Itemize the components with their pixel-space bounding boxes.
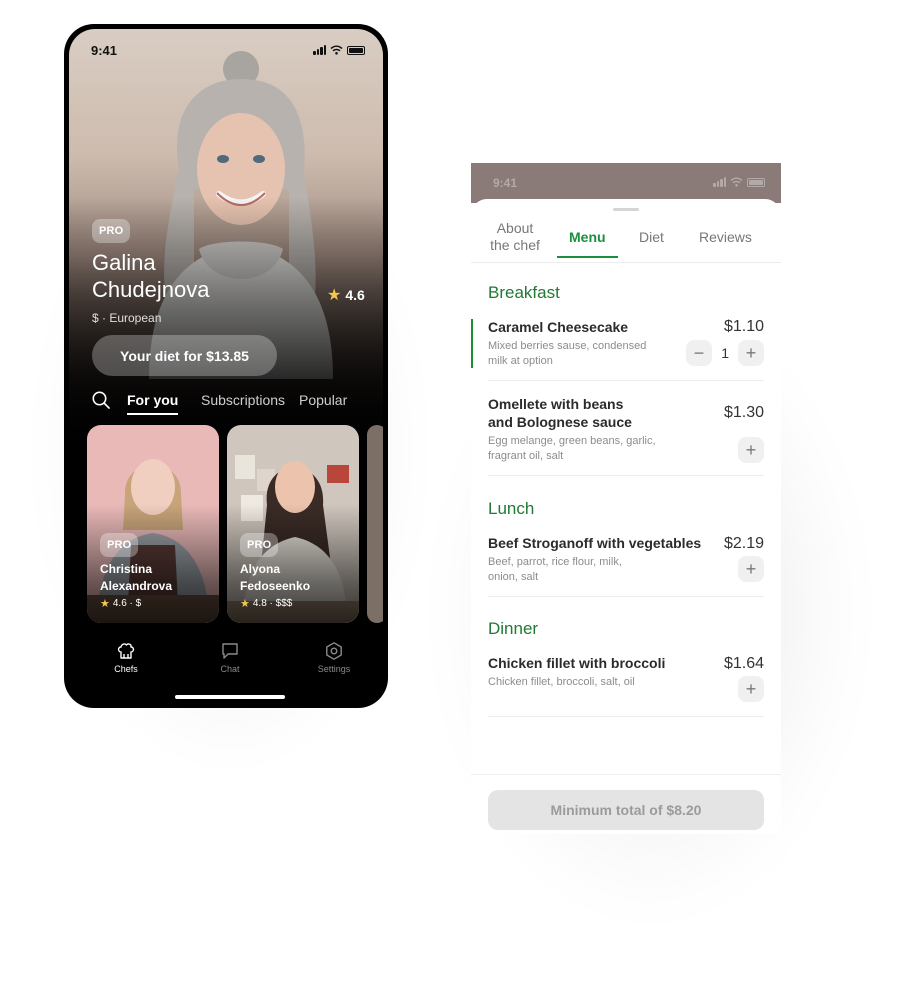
status-bar: 9:41 bbox=[471, 163, 781, 203]
tab-menu[interactable]: Menu bbox=[557, 229, 617, 258]
chef-card-meta: ★ 4.8 · $$$ bbox=[240, 597, 292, 610]
dish-price: $2.19 bbox=[723, 535, 764, 552]
divider bbox=[488, 380, 764, 381]
dish-item[interactable]: Beef Stroganoff with vegetables Beef, pa… bbox=[488, 534, 764, 585]
section-dinner: Dinner bbox=[488, 619, 539, 638]
status-icons bbox=[313, 45, 365, 55]
dish-name: Beef Stroganoff with vegetables bbox=[488, 535, 702, 551]
home-indicator bbox=[175, 695, 285, 699]
tab-chefs[interactable]: Chefs bbox=[91, 641, 161, 674]
dish-item[interactable]: Caramel Cheesecake Mixed berries sause, … bbox=[488, 318, 764, 369]
chef-rating: ★ 4.6 bbox=[327, 285, 365, 305]
chef-card-rating-price: 4.6 · $ bbox=[112, 598, 142, 609]
tab-subscriptions[interactable]: Subscriptions bbox=[201, 392, 285, 408]
increase-button[interactable]: + bbox=[738, 340, 764, 366]
chef-cards: PRO Christina Alexandrova ★ 4.6 · $ PRO … bbox=[69, 425, 383, 625]
chef-card-peek[interactable] bbox=[367, 425, 383, 623]
battery-icon bbox=[747, 177, 765, 187]
pro-badge: PRO bbox=[240, 533, 279, 557]
dish-description: Beef, parrot, rice flour, milk, onion, s… bbox=[488, 556, 622, 583]
dish-price: $1.64 bbox=[723, 655, 764, 672]
tab-popular[interactable]: Popular bbox=[299, 392, 347, 408]
tab-diet[interactable]: Diet bbox=[639, 229, 664, 246]
menu-phone: 9:41 About the chef Menu Diet Reviews Br… bbox=[471, 163, 781, 834]
chef-rating-value: 4.6 bbox=[345, 287, 365, 303]
search-icon[interactable] bbox=[91, 390, 111, 410]
star-icon: ★ bbox=[327, 287, 342, 304]
dish-description: Chicken fillet, broccoli, salt, oil bbox=[488, 676, 635, 688]
add-button[interactable]: + bbox=[738, 556, 764, 582]
chef-hat-icon bbox=[117, 643, 135, 659]
dish-name: Chicken fillet with broccoli bbox=[488, 655, 666, 671]
tab-chat-label: Chat bbox=[220, 664, 240, 674]
chef-profile-phone: 9:41 PRO Galina Chudejnova ★ 4.6 $ · Eur… bbox=[64, 24, 388, 708]
tab-reviews[interactable]: Reviews bbox=[699, 229, 752, 246]
status-icons bbox=[713, 177, 765, 187]
chef-card-name: Alyona Fedoseenko bbox=[240, 562, 311, 593]
chef-card-rating-price: 4.8 · $$$ bbox=[252, 598, 293, 609]
chef-name: Galina Chudejnova bbox=[92, 250, 210, 302]
chef-card[interactable]: PRO Christina Alexandrova ★ 4.6 · $ bbox=[87, 425, 219, 623]
status-bar: 9:41 bbox=[69, 29, 383, 73]
battery-icon bbox=[347, 45, 365, 55]
tab-settings-label: Settings bbox=[317, 664, 351, 674]
chef-price-cuisine: $ · European bbox=[92, 311, 162, 325]
footer-divider bbox=[471, 774, 781, 775]
pro-badge: PRO bbox=[100, 533, 139, 557]
sheet-grabber[interactable] bbox=[613, 208, 639, 211]
tab-for-you[interactable]: For you bbox=[127, 392, 179, 415]
dish-price: $1.30 bbox=[723, 404, 764, 421]
divider bbox=[488, 596, 764, 597]
bottom-tab-bar: Chefs Chat Settings bbox=[69, 633, 383, 703]
status-time: 9:41 bbox=[493, 176, 518, 190]
section-lunch: Lunch bbox=[488, 499, 535, 518]
dish-name: Caramel Cheesecake bbox=[488, 319, 629, 335]
quantity-value: 1 bbox=[721, 345, 729, 361]
chat-icon bbox=[222, 643, 238, 659]
signal-icon bbox=[313, 45, 326, 55]
star-icon: ★ bbox=[240, 598, 250, 610]
minimum-total-button[interactable]: Minimum total of $8.20 bbox=[488, 790, 764, 830]
menu-tabs: About the chef Menu Diet Reviews bbox=[471, 215, 781, 263]
chef-card-meta: ★ 4.6 · $ bbox=[100, 597, 141, 610]
tab-about-chef[interactable]: About the chef bbox=[489, 220, 541, 254]
dish-name: Omellete with beans and Bolognese sauce bbox=[488, 396, 632, 430]
tab-chat[interactable]: Chat bbox=[195, 641, 265, 674]
divider bbox=[488, 475, 764, 476]
dish-item[interactable]: Chicken fillet with broccoli Chicken fil… bbox=[488, 654, 764, 702]
star-icon: ★ bbox=[100, 598, 110, 610]
signal-icon bbox=[713, 177, 726, 187]
wifi-icon bbox=[330, 45, 343, 55]
pro-badge: PRO bbox=[92, 219, 131, 243]
tab-chefs-label: Chefs bbox=[114, 664, 138, 674]
menu-sheet: About the chef Menu Diet Reviews Breakfa… bbox=[471, 199, 781, 834]
diet-button[interactable]: Your diet for $13.85 bbox=[92, 335, 277, 376]
wifi-icon bbox=[730, 177, 743, 187]
tab-settings[interactable]: Settings bbox=[299, 641, 369, 674]
dish-description: Egg melange, green beans, garlic, fragra… bbox=[488, 435, 656, 462]
dish-item[interactable]: Omellete with beans and Bolognese sauce … bbox=[488, 395, 764, 464]
section-breakfast: Breakfast bbox=[488, 283, 560, 302]
selected-indicator bbox=[471, 319, 473, 368]
add-button[interactable]: + bbox=[738, 676, 764, 702]
status-time: 9:41 bbox=[91, 43, 118, 58]
decrease-button[interactable]: − bbox=[686, 340, 712, 366]
dish-price: $1.10 bbox=[723, 318, 764, 335]
settings-icon bbox=[326, 642, 342, 660]
add-button[interactable]: + bbox=[738, 437, 764, 463]
chef-card-name: Christina Alexandrova bbox=[100, 562, 173, 593]
divider bbox=[488, 716, 764, 717]
chef-card[interactable]: PRO Alyona Fedoseenko ★ 4.8 · $$$ bbox=[227, 425, 359, 623]
feed-tabs: For you Subscriptions Popular bbox=[69, 387, 383, 415]
chef-profile-screen: 9:41 PRO Galina Chudejnova ★ 4.6 $ · Eur… bbox=[69, 29, 383, 703]
